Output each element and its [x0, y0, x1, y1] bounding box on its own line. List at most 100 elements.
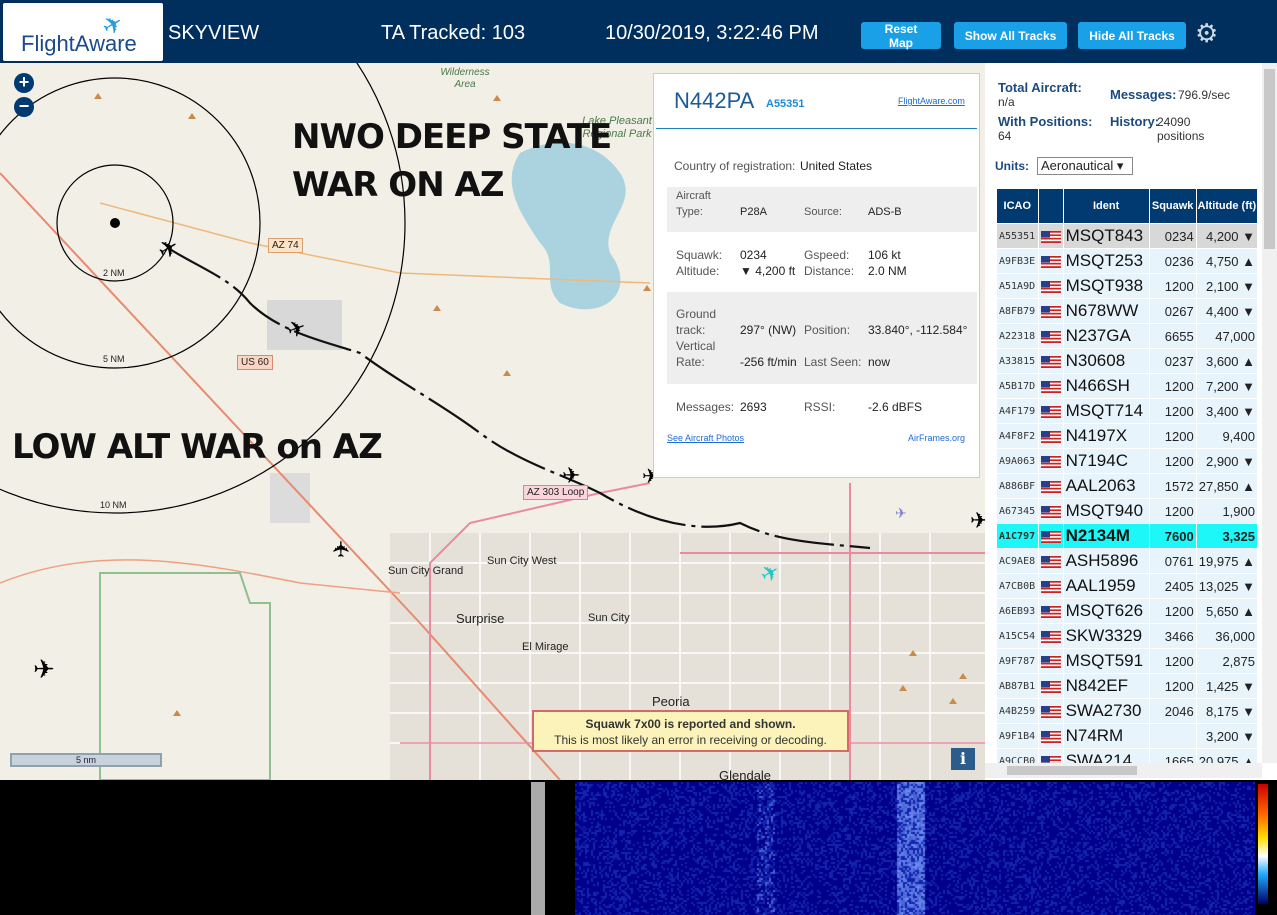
table-row[interactable]: AB87B1 N842EF 1200 1,425 ▼: [997, 674, 1257, 698]
zoom-in-button[interactable]: +: [14, 73, 34, 93]
us-flag-icon: [1040, 381, 1061, 394]
zoom-out-button[interactable]: −: [14, 97, 34, 117]
table-row[interactable]: A6EB93 MSQT626 1200 5,650 ▲: [997, 599, 1257, 623]
popup-hex[interactable]: A55351: [766, 98, 805, 110]
col-squawk[interactable]: Squawk: [1149, 189, 1196, 223]
flag-cell: [1038, 624, 1063, 648]
col-icao[interactable]: ICAO: [997, 189, 1038, 223]
table-row[interactable]: A67345 MSQT940 1200 1,900: [997, 499, 1257, 523]
icao-cell: A886BF: [997, 474, 1038, 498]
us-flag-icon: [1040, 581, 1061, 594]
table-row[interactable]: A9F1B4 N74RM 3,200 ▼: [997, 724, 1257, 748]
horizontal-scroll-thumb[interactable]: [1007, 766, 1137, 775]
table-row[interactable]: A15C54 SKW3329 3466 36,000: [997, 624, 1257, 648]
position-value: 33.840°, -112.584°: [868, 323, 968, 337]
squawk-cell: 1200: [1149, 424, 1196, 448]
flag-cell: [1038, 299, 1063, 323]
total-aircraft-value: n/a: [998, 95, 1015, 109]
flightaware-link[interactable]: FlightAware.com: [898, 96, 965, 106]
altitude-cell: 2,900 ▼: [1196, 449, 1257, 473]
table-row[interactable]: A7CB0B AAL1959 2405 13,025 ▼: [997, 574, 1257, 598]
ident-cell: AAL2063: [1063, 474, 1149, 498]
table-row[interactable]: A9A063 N7194C 1200 2,900 ▼: [997, 449, 1257, 473]
logo-text: FlightAware: [21, 31, 137, 56]
rssi-label: RSSI:: [804, 400, 836, 414]
table-row[interactable]: A5B17D N466SH 1200 7,200 ▼: [997, 374, 1257, 398]
show-all-tracks-button[interactable]: Show All Tracks: [954, 22, 1067, 49]
col-ident[interactable]: Ident: [1063, 189, 1149, 223]
country-label: Country of registration:: [674, 159, 796, 173]
gspeed-label: Gspeed:: [804, 248, 850, 262]
with-positions-label: With Positions:: [998, 114, 1093, 129]
ident-cell: N7194C: [1063, 449, 1149, 473]
ident-cell: N30608: [1063, 349, 1149, 373]
squawk-cell: 2405: [1149, 574, 1196, 598]
ident-cell: ASH5896: [1063, 549, 1149, 573]
table-row[interactable]: A4F179 MSQT714 1200 3,400 ▼: [997, 399, 1257, 423]
units-select[interactable]: Aeronautical ▾: [1037, 157, 1133, 175]
vertical-scrollbar[interactable]: [1262, 63, 1277, 763]
altitude-cell: 3,325: [1196, 524, 1257, 548]
squawk-cell: 0236: [1149, 249, 1196, 273]
table-row[interactable]: A22318 N237GA 6655 47,000: [997, 324, 1257, 348]
overlay-text-nwo: NWO DEEP STATE: [292, 117, 612, 157]
flag-cell: [1038, 324, 1063, 348]
place-wilderness-area: Wilderness Area: [440, 67, 490, 90]
table-row[interactable]: AC9AE8 ASH5896 0761 19,975 ▲: [997, 549, 1257, 573]
squawk-cell: 1572: [1149, 474, 1196, 498]
altitude-cell: 13,025 ▼: [1196, 574, 1257, 598]
airport-icon: ✈: [895, 505, 907, 521]
place-surprise: Surprise: [456, 611, 505, 626]
horizontal-scrollbar[interactable]: [985, 763, 1262, 778]
us-flag-icon: [1040, 431, 1061, 444]
overlay-text-war-on-az: WAR ON AZ: [292, 165, 504, 205]
table-row[interactable]: A1C797 N2134M 7600 3,325: [997, 524, 1257, 548]
icao-cell: A6EB93: [997, 599, 1038, 623]
flightaware-logo[interactable]: ✈ FlightAware: [3, 3, 163, 61]
table-row[interactable]: A886BF AAL2063 1572 27,850 ▲: [997, 474, 1257, 498]
airframes-link[interactable]: AirFrames.org: [908, 433, 965, 443]
flag-cell: [1038, 374, 1063, 398]
table-row[interactable]: A8FB79 N678WW 0267 4,400 ▼: [997, 299, 1257, 323]
ring-label-2nm: 2 NM: [103, 268, 125, 278]
distance-label: Distance:: [804, 264, 855, 278]
us-flag-icon: [1040, 556, 1061, 569]
us-flag-icon: [1040, 456, 1061, 469]
table-row[interactable]: A55351 MSQT843 0234 4,200 ▼: [997, 224, 1257, 248]
table-row[interactable]: A51A9D MSQT938 1200 2,100 ▼: [997, 274, 1257, 298]
source-value: ADS-B: [868, 206, 902, 218]
altitude-cell: 3,400 ▼: [1196, 399, 1257, 423]
scale-bar: 5 nm: [10, 753, 162, 767]
reset-map-button[interactable]: Reset Map: [861, 22, 941, 50]
gear-icon[interactable]: ⚙: [1195, 18, 1218, 49]
last-seen-label: Last Seen:: [804, 355, 862, 369]
spectrum-waterfall: [575, 782, 1255, 915]
table-row[interactable]: A9F787 MSQT591 1200 2,875: [997, 649, 1257, 673]
bottom-black-strip: [545, 782, 575, 915]
altitude-cell: 3,200 ▼: [1196, 724, 1257, 748]
us-flag-icon: [1040, 356, 1061, 369]
table-row[interactable]: A4B259 SWA2730 2046 8,175 ▼: [997, 699, 1257, 723]
altitude-cell: 19,975 ▲: [1196, 549, 1257, 573]
vertical-scroll-thumb[interactable]: [1264, 69, 1275, 249]
aircraft-table-body: A55351 MSQT843 0234 4,200 ▼ A9FB3E MSQT253 023…: [997, 224, 1257, 773]
gspeed-value: 106 kt: [868, 248, 901, 262]
icao-cell: A33815: [997, 349, 1038, 373]
table-row[interactable]: A9FB3E MSQT253 0236 4,750 ▲: [997, 249, 1257, 273]
table-row[interactable]: A4F8F2 N4197X 1200 9,400: [997, 424, 1257, 448]
ident-cell: N842EF: [1063, 674, 1149, 698]
aircraft-photos-link[interactable]: See Aircraft Photos: [667, 433, 744, 443]
flag-cell: [1038, 674, 1063, 698]
hide-all-tracks-button[interactable]: Hide All Tracks: [1078, 22, 1186, 49]
icao-cell: A9FB3E: [997, 249, 1038, 273]
place-peoria: Peoria: [652, 694, 690, 709]
flag-cell: [1038, 349, 1063, 373]
info-button[interactable]: i: [951, 748, 975, 770]
table-row[interactable]: A33815 N30608 0237 3,600 ▲: [997, 349, 1257, 373]
aircraft-table: ICAO Ident Squawk Altitude (ft) A55351 MS…: [996, 188, 1258, 774]
col-flag[interactable]: [1038, 189, 1063, 223]
altitude-cell: 7,200 ▼: [1196, 374, 1257, 398]
col-altitude[interactable]: Altitude (ft): [1196, 189, 1257, 223]
altitude-cell: 47,000: [1196, 324, 1257, 348]
aircraft-type-label-1: Aircraft: [676, 190, 711, 202]
